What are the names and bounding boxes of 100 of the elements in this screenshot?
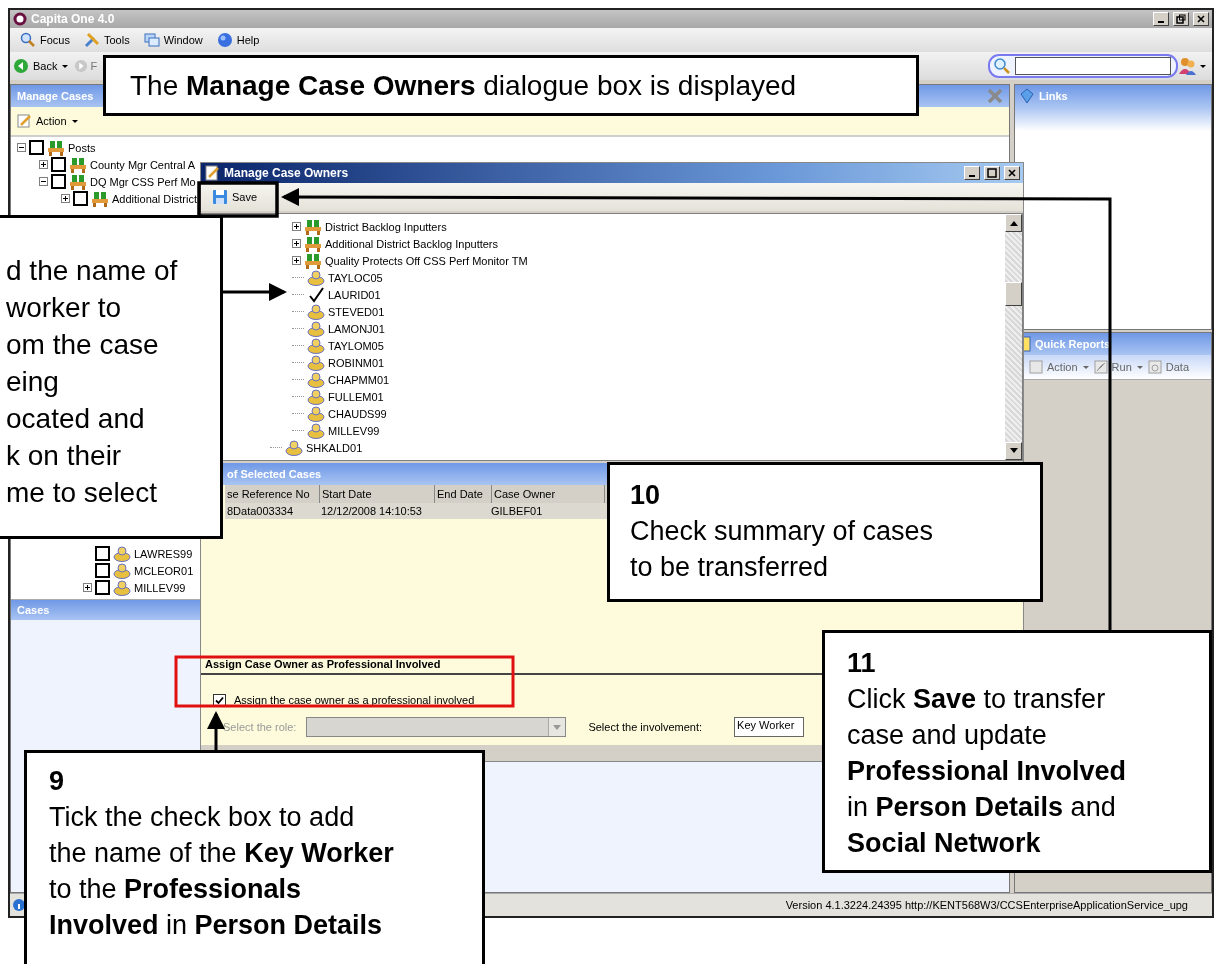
tree-item[interactable]: STEVED01 bbox=[328, 305, 385, 318]
expander-icon[interactable] bbox=[292, 222, 301, 231]
people-icon[interactable] bbox=[1178, 57, 1208, 75]
status-text: Version 4.1.3224.24395 http://KENT568W3/CCSEnterpriseApplicationService_upg bbox=[785, 899, 1188, 911]
step-number: 9 bbox=[49, 765, 66, 798]
tree-item[interactable]: LAURID01 bbox=[328, 288, 381, 301]
save-button[interactable]: Save bbox=[209, 185, 261, 209]
expander-icon[interactable] bbox=[61, 194, 70, 203]
toolbar-button[interactable]: Action bbox=[1027, 360, 1092, 374]
help-icon bbox=[216, 32, 233, 48]
field-label: Select the role: bbox=[223, 721, 297, 733]
minimize-button[interactable] bbox=[1153, 12, 1169, 26]
group-icon bbox=[69, 173, 87, 190]
checkbox[interactable] bbox=[29, 140, 44, 155]
search-icon bbox=[993, 57, 1011, 75]
tree-item[interactable]: CHAPMM01 bbox=[328, 373, 390, 386]
tree-item[interactable]: MILLEV99 bbox=[134, 581, 186, 594]
panel-title: Links bbox=[1039, 90, 1068, 102]
checkbox[interactable] bbox=[95, 563, 110, 578]
expander-icon[interactable] bbox=[292, 256, 301, 265]
tree-item[interactable]: TAYLOM05 bbox=[328, 339, 384, 352]
table-cell-text: 12/12/2008 14:10:53 bbox=[320, 505, 423, 517]
document-icon bbox=[204, 165, 220, 181]
tree-item[interactable]: Posts bbox=[68, 141, 96, 154]
checkbox[interactable] bbox=[51, 157, 66, 172]
checkbox[interactable] bbox=[73, 191, 88, 206]
report-icon bbox=[1029, 360, 1043, 374]
camera-icon bbox=[1147, 360, 1162, 374]
back-button[interactable]: Back bbox=[10, 58, 73, 74]
expander-icon[interactable] bbox=[83, 583, 92, 592]
checkbox-label[interactable]: Assign the case owner as a professional involved bbox=[234, 694, 475, 706]
pencil-icon bbox=[16, 113, 32, 129]
close-icon bbox=[1007, 168, 1017, 178]
callout-text: The Manage Case Owners dialogue box is displayed bbox=[130, 68, 797, 103]
expander-icon[interactable] bbox=[17, 143, 26, 152]
down-arrow-icon bbox=[1009, 448, 1018, 454]
tree-item[interactable]: ROBINM01 bbox=[328, 356, 385, 369]
callout-text: d the name of worker to om the case eing ocated and k on their me to select bbox=[6, 254, 179, 510]
expander-icon[interactable] bbox=[39, 177, 48, 186]
person-icon bbox=[113, 579, 131, 596]
up-arrow-icon bbox=[1009, 220, 1018, 226]
caret-icon bbox=[1081, 363, 1090, 371]
tree-item[interactable]: MILLEV99 bbox=[328, 424, 380, 437]
step-number: 10 bbox=[630, 479, 662, 512]
caret-icon bbox=[1135, 363, 1144, 371]
minimize-button[interactable] bbox=[964, 166, 980, 180]
menu-item[interactable]: Window bbox=[141, 32, 205, 48]
search-icon bbox=[20, 32, 36, 48]
group-icon bbox=[91, 190, 109, 207]
tree-item[interactable]: FULLEM01 bbox=[328, 390, 384, 403]
menu-item[interactable]: Help bbox=[214, 32, 262, 48]
person-icon bbox=[113, 545, 131, 562]
minimize-icon bbox=[1158, 21, 1164, 23]
tree-item[interactable]: MCLEOR01 bbox=[134, 564, 194, 577]
forward-button[interactable]: F bbox=[72, 59, 98, 73]
restore-button[interactable] bbox=[1173, 12, 1189, 26]
maximize-button[interactable] bbox=[984, 166, 1000, 180]
search-field[interactable] bbox=[988, 54, 1178, 78]
tree-item[interactable]: LAMONJ01 bbox=[328, 322, 385, 335]
tree-item[interactable]: DQ Mgr CSS Perf Mo bbox=[90, 175, 196, 188]
tree-item[interactable]: Additional District bbox=[112, 192, 197, 205]
callout-text: Click Save to transfer case and update Professional Involved in Person Details and Social Network bbox=[847, 683, 1128, 860]
tree-item[interactable]: Quality Protects Off CSS Perf Monitor TM bbox=[325, 254, 528, 267]
windows-icon bbox=[143, 32, 160, 48]
tree-item[interactable]: LAWRES99 bbox=[134, 547, 193, 560]
tree-item[interactable]: County Mgr Central A bbox=[90, 158, 196, 171]
scroll-thumb[interactable] bbox=[1005, 282, 1022, 306]
tree-item[interactable]: District Backlog Inputters bbox=[325, 220, 447, 233]
expander-icon[interactable] bbox=[292, 239, 301, 248]
menu-item[interactable]: Focus bbox=[18, 32, 72, 48]
tree-item[interactable]: SHKALD01 bbox=[306, 441, 363, 454]
chart-icon bbox=[1093, 360, 1108, 374]
caret-icon bbox=[70, 117, 79, 125]
toolbar-button[interactable]: Data bbox=[1145, 360, 1191, 374]
toolbar-button[interactable]: Run bbox=[1091, 360, 1146, 374]
caret-icon bbox=[553, 724, 562, 730]
action-menu[interactable]: Action bbox=[13, 113, 82, 129]
callout-text: Tick the check box to add the name of the Key Worker to the Professionals Involved in Person Details bbox=[49, 801, 395, 942]
checkbox[interactable] bbox=[51, 174, 66, 189]
caret-icon bbox=[61, 62, 70, 70]
tree-item[interactable]: CHAUDS99 bbox=[328, 407, 387, 420]
tree-item[interactable]: TAYLOC05 bbox=[328, 271, 383, 284]
checkbox[interactable] bbox=[95, 546, 110, 561]
menu-item[interactable]: Tools bbox=[81, 32, 132, 48]
scrollbar[interactable] bbox=[1005, 214, 1022, 460]
expander-icon[interactable] bbox=[39, 160, 48, 169]
close-button[interactable] bbox=[1004, 166, 1020, 180]
panel-title: Manage Cases bbox=[17, 90, 94, 102]
checkbox[interactable] bbox=[95, 580, 110, 595]
close-button[interactable] bbox=[1193, 12, 1209, 26]
close-icon bbox=[1196, 14, 1206, 24]
minimize-icon bbox=[969, 175, 975, 177]
involvement-field[interactable]: Key Worker bbox=[734, 717, 805, 737]
callout-text: Check summary of cases to be transferred bbox=[630, 515, 935, 584]
tools-icon bbox=[83, 32, 100, 48]
group-icon bbox=[69, 156, 87, 173]
tree-item[interactable]: Additional District Backlog Inputters bbox=[325, 237, 499, 250]
person-icon bbox=[113, 562, 131, 579]
app-icon bbox=[13, 12, 27, 26]
table-row[interactable]: 8Data003334 12/12/2008 14:10:53 GILBEF01 bbox=[225, 503, 609, 519]
